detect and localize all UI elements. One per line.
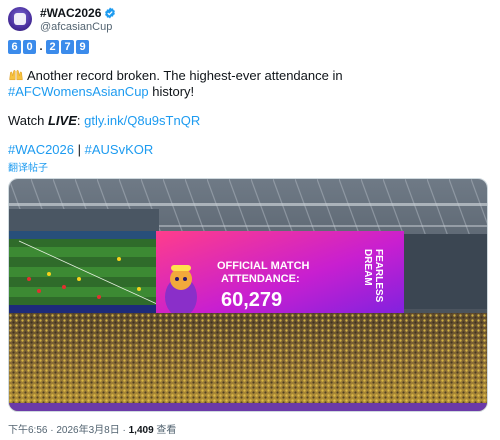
board-title-line-2: ATTENDANCE: (221, 273, 300, 285)
tweet-text-line-1: Another record broken. The highest-ever … (8, 68, 343, 84)
counter-digit: 7 (61, 40, 74, 54)
translate-post-link[interactable]: 翻译帖子 (8, 159, 48, 174)
counter-separator: . (39, 41, 43, 53)
account-names: #WAC2026 @afcasianCup (40, 6, 116, 33)
tweet-time[interactable]: 下午6:56 (8, 425, 47, 436)
watch-link[interactable]: gtly.ink/Q8u9sTnQR (84, 113, 200, 128)
counter-digit: 2 (46, 40, 59, 54)
counter-digit: 9 (76, 40, 89, 54)
raised-hands-emoji-icon (9, 69, 23, 81)
stadium-photo: OFFICIAL MATCH ATTENDANCE: 60,279 DREAM … (9, 179, 487, 411)
afc-logo-icon (14, 13, 26, 25)
counter-digit: 6 (8, 40, 21, 54)
views-count: 1,409 (128, 425, 154, 436)
views-label: 查看 (153, 425, 177, 436)
meta-dot: · (119, 425, 129, 436)
hashtag-ausvkor-link[interactable]: #AUSvKOR (85, 142, 154, 157)
tweet-media-image[interactable]: OFFICIAL MATCH ATTENDANCE: 60,279 DREAM … (8, 178, 488, 412)
hashtag-wac2026-link[interactable]: #WAC2026 (8, 142, 74, 157)
tweet-date[interactable]: 2026年3月8日 (56, 425, 119, 436)
board-attendance-number: 60,279 (221, 289, 282, 311)
tweet-meta: 下午6:56 · 2026年3月8日 · 1,409 查看 (8, 421, 176, 436)
tweet-text-line-2: #AFCWomensAsianCup history! (8, 84, 194, 100)
board-side-text-2: FEARLESS (373, 249, 384, 303)
display-name-row: #WAC2026 (40, 6, 116, 20)
board-side-text-1: DREAM (362, 249, 373, 286)
avatar[interactable] (8, 7, 32, 31)
tweet-text: history! (148, 84, 195, 99)
live-label: LIVE (47, 113, 77, 128)
tweet-header: #WAC2026 @afcasianCup (8, 4, 116, 34)
watch-line: Watch LIVE: gtly.ink/Q8u9sTnQR (8, 113, 200, 129)
tweet-text: Another record broken. The highest-ever … (27, 68, 343, 83)
hashtag-afcwomensasiancup-link[interactable]: #AFCWomensAsianCup (8, 84, 149, 99)
hashtag-separator: | (74, 142, 85, 157)
watch-label: Watch (8, 113, 48, 128)
attendance-counter: 6 0 . 2 7 9 (8, 40, 89, 54)
verified-badge-icon (105, 7, 116, 18)
board-title-line-1: OFFICIAL MATCH (217, 260, 310, 272)
display-name[interactable]: #WAC2026 (40, 6, 101, 20)
hashtag-line: #WAC2026 | #AUSvKOR (8, 142, 153, 158)
account-handle[interactable]: @afcasianCup (40, 21, 116, 33)
counter-digit: 0 (23, 40, 36, 54)
